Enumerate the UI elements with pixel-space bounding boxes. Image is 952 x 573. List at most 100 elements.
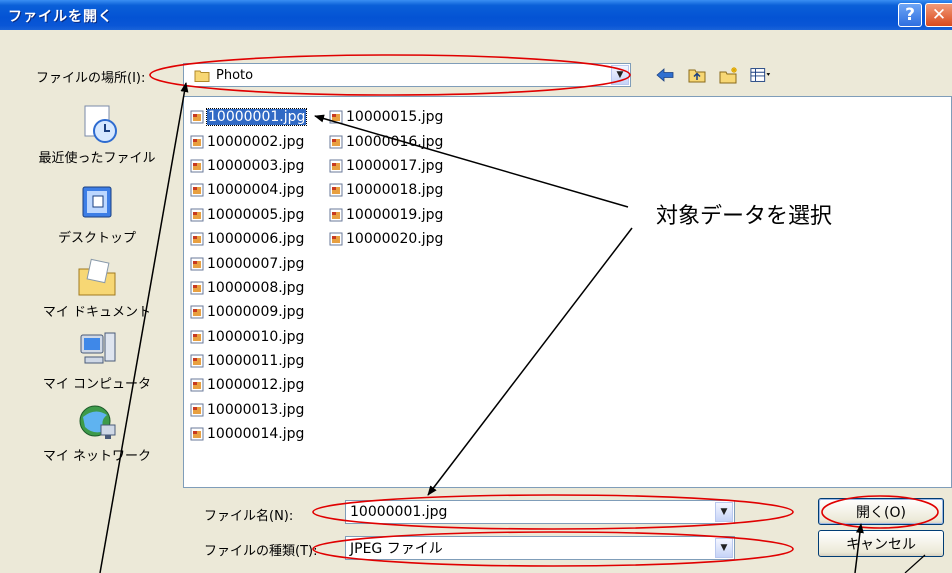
file-item[interactable]: 10000016.jpg [329,129,443,153]
dialog-title: ファイルを開く [8,9,113,25]
file-item[interactable]: 10000004.jpg [190,178,306,202]
chevron-down-icon[interactable]: ▼ [715,502,733,522]
place-my-computer[interactable]: マイ コンピュータ [22,329,172,392]
file-name: 10000011.jpg [207,353,305,370]
file-item[interactable]: 10000010.jpg [190,325,306,349]
file-name: 10000006.jpg [207,231,305,248]
place-label: マイ コンピュータ [42,377,152,392]
file-item[interactable]: 10000018.jpg [329,178,443,202]
my-network-icon [79,405,116,439]
title-bar[interactable]: ファイルを開く ? ✕ [0,0,952,30]
filename-value: 10000001.jpg [350,504,448,520]
file-item[interactable]: 10000014.jpg [190,422,306,446]
jpeg-file-icon [190,135,204,149]
filename-label: ファイル名(N): [204,509,294,524]
file-name: 10000005.jpg [207,206,305,223]
chevron-down-icon[interactable]: ▼ [611,65,629,85]
cancel-button[interactable]: キャンセル [818,530,944,557]
file-item[interactable]: 10000003.jpg [190,154,306,178]
close-icon: ✕ [931,5,947,25]
jpeg-file-icon [329,110,343,124]
place-label: マイ ドキュメント [42,305,152,320]
file-name: 10000016.jpg [346,133,444,150]
file-item[interactable]: 10000020.jpg [329,227,443,251]
jpeg-file-icon [190,281,204,295]
filetype-value: JPEG ファイル [350,541,443,557]
place-recent[interactable]: 最近使ったファイル [22,103,172,166]
file-name: 10000002.jpg [207,133,305,150]
file-name: 10000007.jpg [207,255,305,272]
file-name: 10000004.jpg [207,182,305,199]
jpeg-file-icon [190,305,204,319]
jpeg-file-icon [190,257,204,271]
jpeg-file-icon [329,232,343,246]
file-name: 10000014.jpg [207,426,305,443]
file-item[interactable]: 10000007.jpg [190,251,306,275]
help-button[interactable]: ? [898,3,922,27]
jpeg-file-icon [190,378,204,392]
file-item[interactable]: 10000009.jpg [190,300,306,324]
place-label: マイ ネットワーク [42,449,152,464]
file-name: 10000001.jpg [205,108,308,127]
jpeg-file-icon [190,110,204,124]
help-icon: ? [905,5,915,25]
up-folder-icon[interactable] [686,64,708,86]
place-my-network[interactable]: マイ ネットワーク [22,401,172,464]
file-item[interactable]: 10000006.jpg [190,227,306,251]
file-list[interactable]: 10000001.jpg 10000002.jpg 10000003.jpg 1000… [183,96,952,488]
file-name: 10000010.jpg [207,328,305,345]
close-button[interactable]: ✕ [925,3,952,27]
view-menu-icon[interactable] [750,64,772,86]
file-item[interactable]: 10000012.jpg [190,373,306,397]
file-name: 10000019.jpg [346,206,444,223]
file-name: 10000009.jpg [207,304,305,321]
recent-documents-icon [84,105,117,143]
place-label: 最近使ったファイル [38,151,156,166]
file-name: 10000017.jpg [346,157,444,174]
file-name: 10000003.jpg [207,157,305,174]
file-item[interactable]: 10000008.jpg [190,276,306,300]
jpeg-file-icon [329,159,343,173]
jpeg-file-icon [190,159,204,173]
file-column-2: 10000015.jpg 10000016.jpg 10000017.jpg 1000… [329,105,443,251]
jpeg-file-icon [190,183,204,197]
desktop-icon [82,186,112,218]
file-item[interactable]: 10000002.jpg [190,129,306,153]
jpeg-file-icon [329,208,343,222]
jpeg-file-icon [329,183,343,197]
new-folder-icon[interactable] [718,64,740,86]
arrow-stub [904,554,926,573]
file-name: 10000020.jpg [346,231,444,248]
lookin-value: Photo [216,67,254,83]
file-name: 10000015.jpg [346,109,444,126]
file-item[interactable]: 10000017.jpg [329,154,443,178]
my-documents-icon [78,258,116,296]
open-button[interactable]: 開く(O) [818,498,944,525]
places-bar: 最近使ったファイル デスクトップ マイ ドキュメント マイ コンピュータ マイ … [22,95,172,490]
filetype-label: ファイルの種類(T): [204,544,318,559]
jpeg-file-icon [190,427,204,441]
filetype-dropdown[interactable]: JPEG ファイル ▼ [345,536,735,560]
annotation-callout: 対象データを選択 [652,196,837,232]
file-item[interactable]: 10000001.jpg [190,105,308,129]
place-desktop[interactable]: デスクトップ [22,183,172,246]
place-label: デスクトップ [57,231,136,246]
file-item[interactable]: 10000019.jpg [329,203,443,227]
file-item[interactable]: 10000005.jpg [190,203,306,227]
file-name: 10000012.jpg [207,377,305,394]
file-name: 10000008.jpg [207,279,305,296]
place-my-documents[interactable]: マイ ドキュメント [22,257,172,320]
file-item[interactable]: 10000015.jpg [329,105,443,129]
file-item[interactable]: 10000011.jpg [190,349,306,373]
my-computer-icon [80,332,116,364]
jpeg-file-icon [190,208,204,222]
back-arrow-icon[interactable] [654,64,676,86]
folder-icon [194,69,210,82]
file-name: 10000013.jpg [207,401,305,418]
chevron-down-icon[interactable]: ▼ [715,538,733,558]
lookin-dropdown[interactable]: Photo ▼ [183,63,631,87]
filename-input[interactable]: 10000001.jpg ▼ [345,500,735,524]
file-name: 10000018.jpg [346,182,444,199]
file-item[interactable]: 10000013.jpg [190,398,306,422]
file-column-1: 10000001.jpg 10000002.jpg 10000003.jpg 1000… [190,105,308,446]
